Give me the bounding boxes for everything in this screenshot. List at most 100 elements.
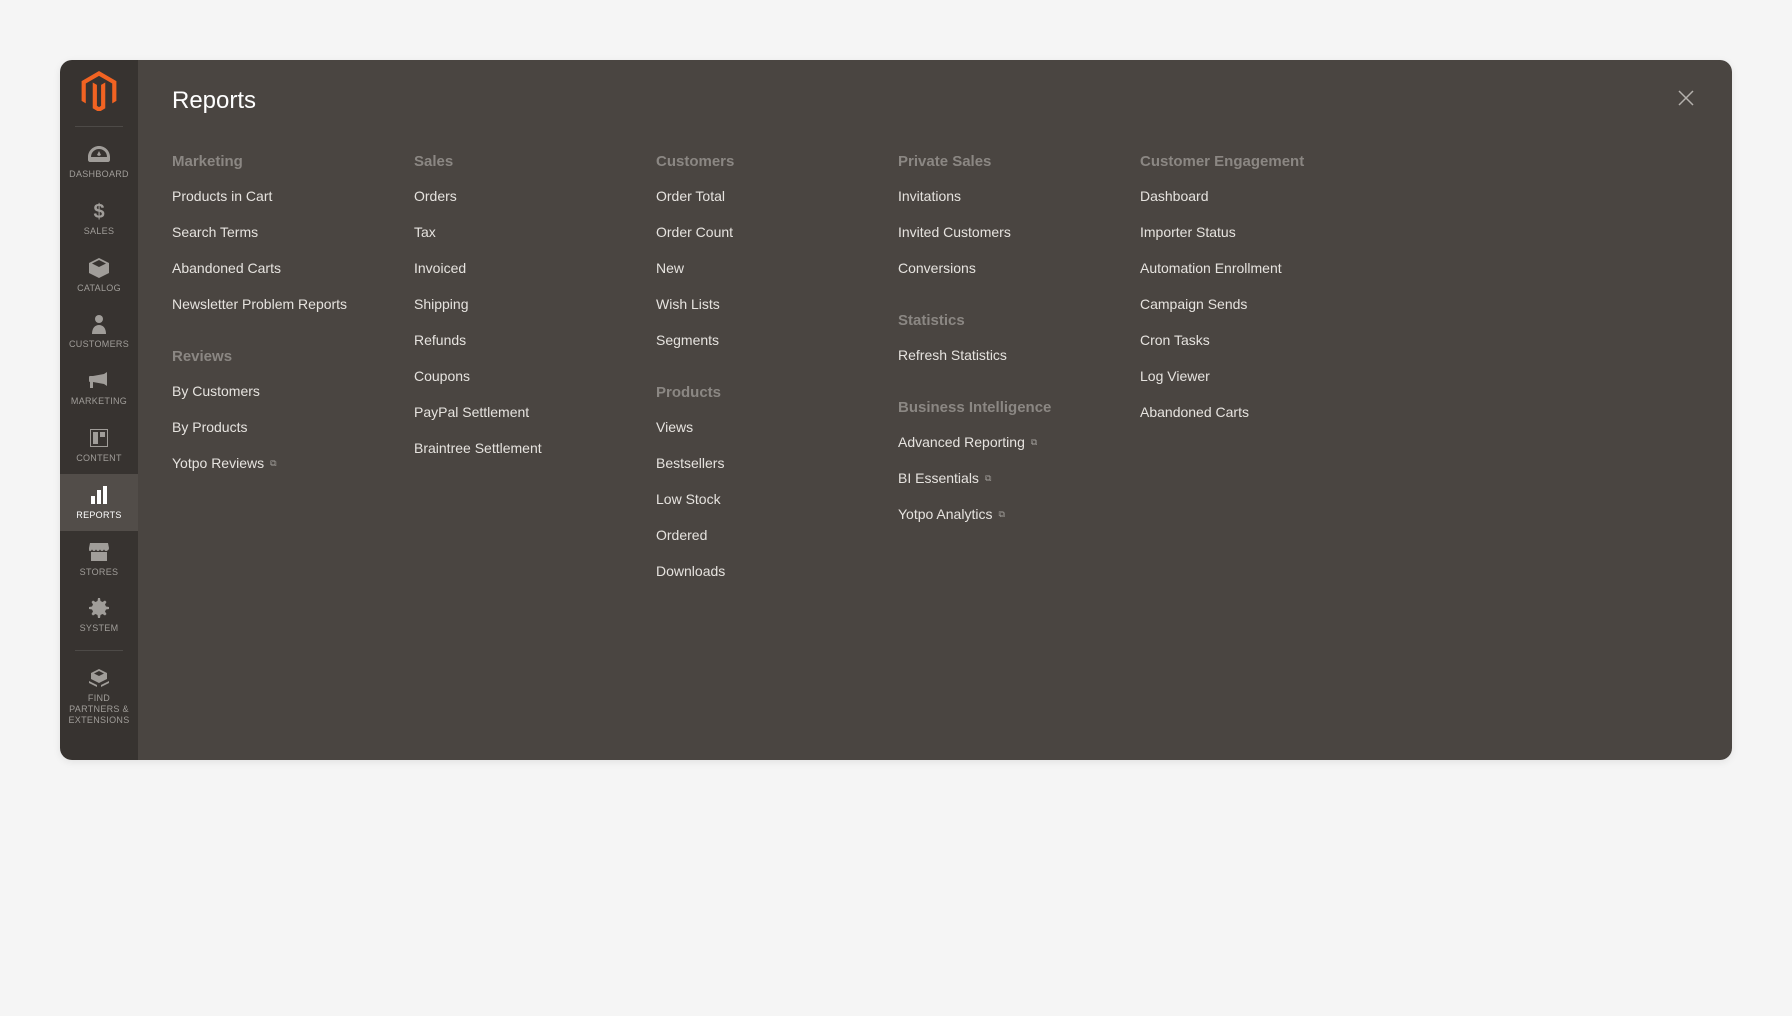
magento-logo[interactable] xyxy=(78,70,120,112)
menu-link[interactable]: Segments xyxy=(656,332,846,348)
megaphone-icon xyxy=(89,370,109,392)
nav-label: SYSTEM xyxy=(80,623,119,634)
section-items: By Customers By Products Yotpo Reviews ⧉ xyxy=(172,383,362,471)
menu-link[interactable]: Tax xyxy=(414,224,604,240)
external-link-icon: ⧉ xyxy=(985,473,991,484)
menu-link-label: Newsletter Problem Reports xyxy=(172,296,347,312)
menu-link-label: Segments xyxy=(656,332,719,348)
nav-customers[interactable]: CUSTOMERS xyxy=(60,303,138,360)
menu-link[interactable]: Automation Enrollment xyxy=(1140,260,1330,276)
menu-link[interactable]: Braintree Settlement xyxy=(414,440,604,456)
menu-link-label: Log Viewer xyxy=(1140,368,1210,384)
menu-link[interactable]: New xyxy=(656,260,846,276)
menu-link[interactable]: Invited Customers xyxy=(898,224,1088,240)
nav-system[interactable]: SYSTEM xyxy=(60,587,138,644)
nav-stores[interactable]: STORES xyxy=(60,531,138,588)
menu-link[interactable]: Search Terms xyxy=(172,224,362,240)
flyout-section: SalesOrdersTaxInvoicedShippingRefundsCou… xyxy=(414,153,604,456)
nav-partners[interactable]: FIND PARTNERS & EXTENSIONS xyxy=(60,657,138,735)
menu-link[interactable]: Low Stock xyxy=(656,491,846,507)
close-icon xyxy=(1678,90,1694,106)
nav-label: FIND PARTNERS & EXTENSIONS xyxy=(62,693,136,725)
section-items: Refresh Statistics xyxy=(898,347,1088,363)
section-title: Customers xyxy=(656,153,846,170)
menu-link[interactable]: Importer Status xyxy=(1140,224,1330,240)
menu-link[interactable]: Wish Lists xyxy=(656,296,846,312)
section-items: Advanced Reporting⧉BI Essentials⧉Yotpo A… xyxy=(898,434,1088,522)
menu-link-label: Refunds xyxy=(414,332,466,348)
menu-link-label: Low Stock xyxy=(656,491,721,507)
admin-window: DASHBOARD $ SALES CATALOG CUSTOMERS MARK… xyxy=(60,60,1732,760)
menu-link[interactable]: By Customers xyxy=(172,383,362,399)
menu-link[interactable]: Coupons xyxy=(414,368,604,384)
external-link-icon: ⧉ xyxy=(270,458,276,469)
menu-link[interactable]: Yotpo Analytics ⧉ xyxy=(898,506,1088,522)
menu-link-label: Invitations xyxy=(898,188,961,204)
section-items: Invitations Invited Customers Conversions xyxy=(898,188,1088,276)
nav-reports[interactable]: REPORTS xyxy=(60,474,138,531)
menu-link[interactable]: Abandoned Carts xyxy=(1140,404,1330,420)
section-items: Dashboard Importer Status Automation Enrol… xyxy=(1140,188,1330,420)
menu-link[interactable]: Cron Tasks xyxy=(1140,332,1330,348)
nav-dashboard[interactable]: DASHBOARD xyxy=(60,133,138,190)
divider xyxy=(75,650,123,651)
menu-link[interactable]: Ordered xyxy=(656,527,846,543)
menu-link[interactable]: Refresh Statistics xyxy=(898,347,1088,363)
nav-marketing[interactable]: MARKETING xyxy=(60,360,138,417)
flyout-columns: MarketingProducts in CartSearch TermsAba… xyxy=(172,153,1698,579)
menu-link[interactable]: By Products xyxy=(172,419,362,435)
menu-link[interactable]: Log Viewer xyxy=(1140,368,1330,384)
menu-link[interactable]: Bestsellers xyxy=(656,455,846,471)
menu-link[interactable]: Invitations xyxy=(898,188,1088,204)
flyout-section: Private SalesInvitationsInvited Customer… xyxy=(898,153,1088,276)
nav-label: STORES xyxy=(80,567,119,578)
menu-link[interactable]: Order Count xyxy=(656,224,846,240)
menu-link-label: Search Terms xyxy=(172,224,258,240)
menu-link[interactable]: Products in Cart xyxy=(172,188,362,204)
menu-link-label: PayPal Settlement xyxy=(414,404,529,420)
nav-catalog[interactable]: CATALOG xyxy=(60,247,138,304)
section-title: Products xyxy=(656,384,846,401)
nav-content[interactable]: CONTENT xyxy=(60,417,138,474)
menu-link[interactable]: Yotpo Reviews ⧉ xyxy=(172,455,362,471)
menu-link-label: Invoiced xyxy=(414,260,466,276)
menu-link[interactable]: Downloads xyxy=(656,563,846,579)
menu-link[interactable]: Abandoned Carts xyxy=(172,260,362,276)
nav-sales[interactable]: $ SALES xyxy=(60,190,138,247)
menu-link-label: By Customers xyxy=(172,383,260,399)
menu-link[interactable]: Advanced Reporting⧉ xyxy=(898,434,1088,450)
menu-link-label: Yotpo Analytics xyxy=(898,506,992,522)
flyout-section: Products Views Bestsellers Low Stock Ordered… xyxy=(656,384,846,579)
nav-label: REPORTS xyxy=(76,510,121,521)
menu-link[interactable]: Order Total xyxy=(656,188,846,204)
menu-link[interactable]: Shipping xyxy=(414,296,604,312)
menu-link-label: Abandoned Carts xyxy=(172,260,281,276)
svg-text:$: $ xyxy=(93,201,104,222)
partners-icon xyxy=(89,667,109,689)
menu-link-label: Advanced Reporting xyxy=(898,434,1025,450)
menu-link[interactable]: Orders xyxy=(414,188,604,204)
menu-link[interactable]: Dashboard xyxy=(1140,188,1330,204)
section-title: Business Intelligence xyxy=(898,399,1088,416)
menu-link-label: Coupons xyxy=(414,368,470,384)
external-link-icon: ⧉ xyxy=(998,509,1004,520)
section-title: Customer Engagement xyxy=(1140,153,1330,170)
close-button[interactable] xyxy=(1674,86,1698,115)
menu-link[interactable]: Conversions xyxy=(898,260,1088,276)
menu-link[interactable]: Campaign Sends xyxy=(1140,296,1330,312)
flyout-column: SalesOrdersTaxInvoicedShippingRefundsCou… xyxy=(414,153,604,579)
menu-link-label: Yotpo Reviews xyxy=(172,455,264,471)
menu-link[interactable]: Views xyxy=(656,419,846,435)
menu-link[interactable]: BI Essentials⧉ xyxy=(898,470,1088,486)
menu-link-label: Braintree Settlement xyxy=(414,440,542,456)
menu-link[interactable]: Newsletter Problem Reports xyxy=(172,296,362,312)
menu-link[interactable]: Invoiced xyxy=(414,260,604,276)
menu-link-label: Conversions xyxy=(898,260,976,276)
menu-link-label: Automation Enrollment xyxy=(1140,260,1282,276)
menu-link-label: Invited Customers xyxy=(898,224,1011,240)
menu-link[interactable]: PayPal Settlement xyxy=(414,404,604,420)
menu-link[interactable]: Refunds xyxy=(414,332,604,348)
flyout-column: Private SalesInvitationsInvited Customer… xyxy=(898,153,1088,579)
flyout-section: StatisticsRefresh Statistics xyxy=(898,312,1088,363)
menu-link-label: Shipping xyxy=(414,296,469,312)
